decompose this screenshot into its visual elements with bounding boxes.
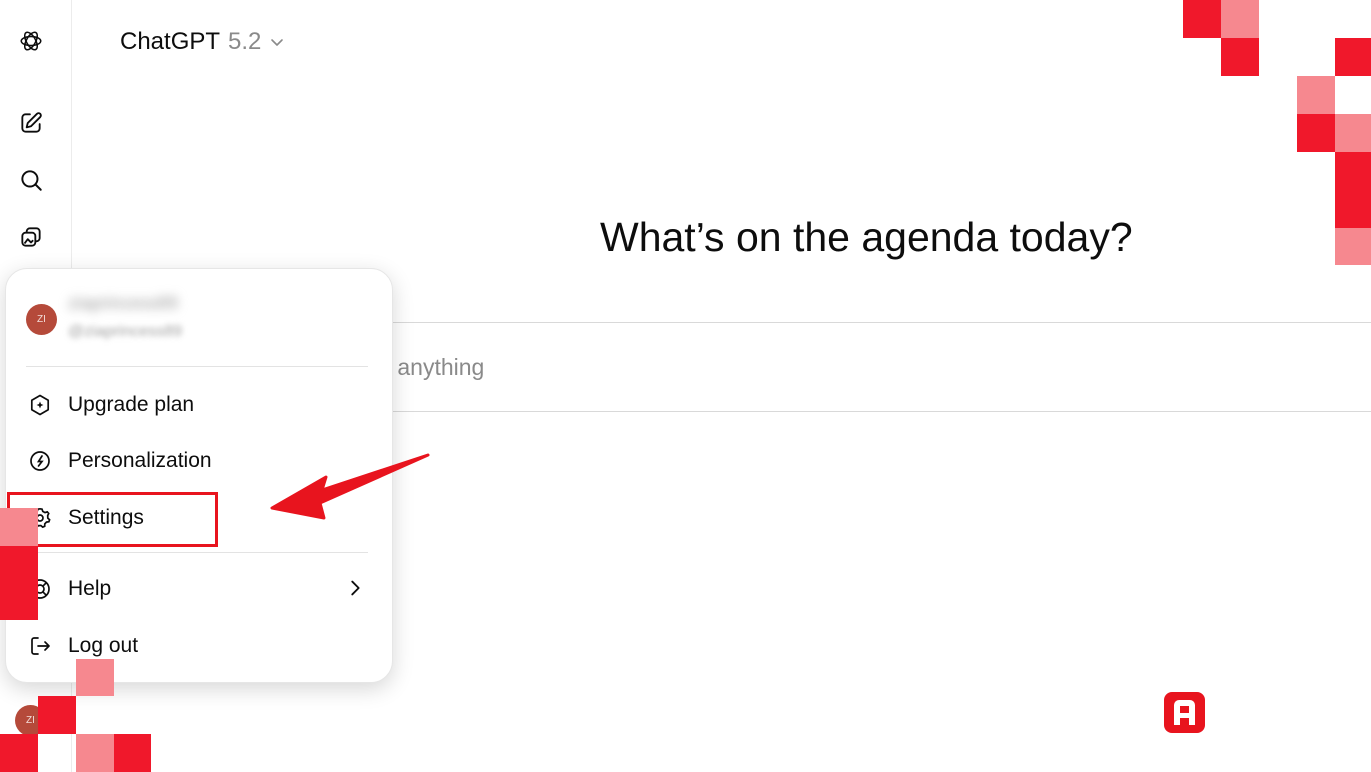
decor-pixel xyxy=(1335,38,1371,76)
menu-divider xyxy=(26,366,368,367)
decor-pixel xyxy=(1221,38,1259,76)
model-name: ChatGPT xyxy=(120,28,221,55)
brand-logo-icon xyxy=(1174,700,1195,725)
menu-item-help[interactable]: Help xyxy=(14,566,376,612)
decor-pixel xyxy=(114,734,151,772)
decor-pixel xyxy=(1297,76,1335,114)
decor-pixel xyxy=(1335,152,1371,228)
personalization-icon xyxy=(27,448,53,474)
menu-avatar: ZI xyxy=(26,304,57,335)
chevron-right-icon xyxy=(351,580,360,596)
prompt-composer[interactable]: sk anything xyxy=(300,322,1371,412)
menu-avatar-initials: ZI xyxy=(37,314,46,325)
decor-pixel xyxy=(38,696,76,734)
menu-item-upgrade-plan[interactable]: Upgrade plan xyxy=(14,382,376,428)
model-version: 5.2 xyxy=(228,28,262,55)
brand-logo xyxy=(1164,692,1205,733)
profile-handle: @ziaprincess89 xyxy=(68,323,183,340)
decor-pixel xyxy=(1297,114,1335,152)
decor-pixel xyxy=(1335,114,1371,152)
settings-highlight-box xyxy=(7,492,218,547)
user-avatar-initials: ZI xyxy=(26,715,35,726)
openai-logo-icon[interactable] xyxy=(13,23,49,59)
page-title: What’s on the agenda today? xyxy=(600,214,1133,260)
menu-divider xyxy=(26,552,368,553)
upgrade-icon xyxy=(27,392,53,418)
library-icon[interactable] xyxy=(13,219,49,255)
new-chat-icon[interactable] xyxy=(13,105,49,141)
menu-item-label: Upgrade plan xyxy=(68,393,195,416)
decor-pixel xyxy=(76,734,114,772)
menu-item-label: Personalization xyxy=(68,449,212,472)
decor-pixel xyxy=(0,546,38,620)
decor-pixel xyxy=(1221,0,1259,38)
menu-item-label: Log out xyxy=(68,634,139,657)
chevron-down-icon xyxy=(271,39,284,46)
profile-name: ziaprincess89 xyxy=(68,293,179,313)
logout-icon xyxy=(27,633,53,659)
decor-pixel xyxy=(76,659,114,696)
menu-item-label: Help xyxy=(68,577,112,600)
decor-pixel xyxy=(0,734,38,772)
annotation-arrow xyxy=(270,453,430,520)
decor-pixel xyxy=(1335,228,1371,265)
menu-item-log-out[interactable]: Log out xyxy=(14,623,376,669)
model-selector[interactable]: ChatGPT 5.2 xyxy=(110,22,295,62)
search-icon[interactable] xyxy=(13,162,49,198)
decor-pixel xyxy=(0,508,38,546)
decor-pixel xyxy=(1183,0,1221,38)
